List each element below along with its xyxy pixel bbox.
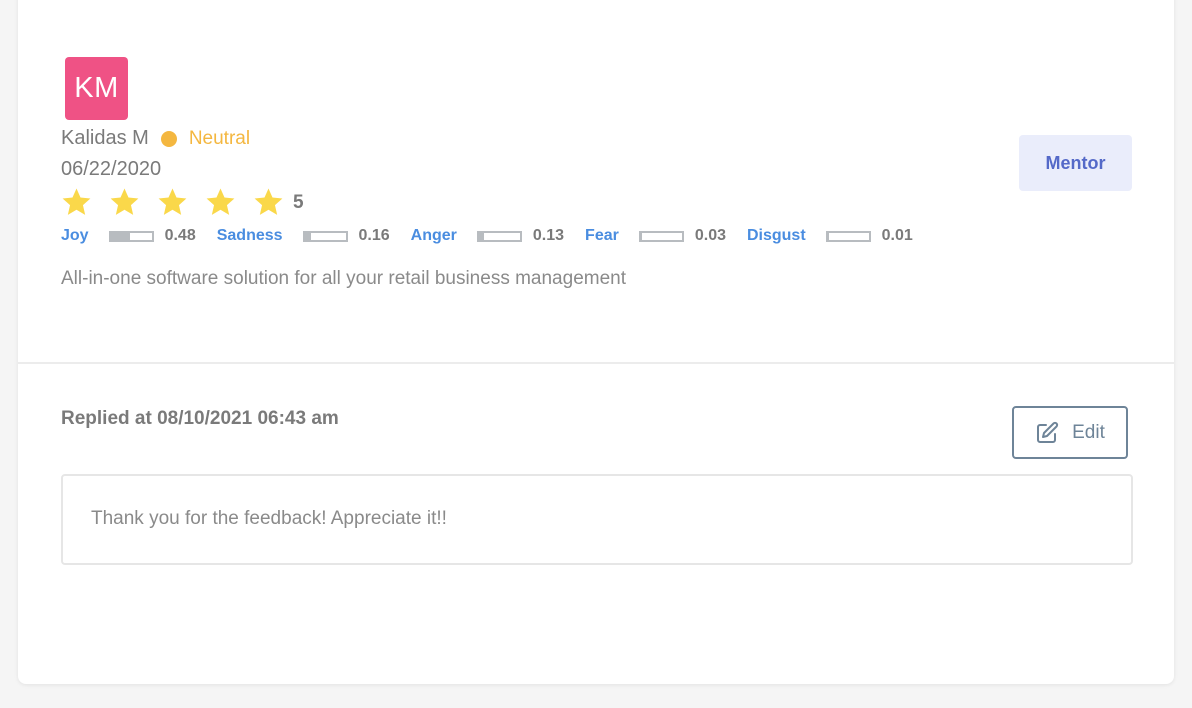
divider (18, 362, 1174, 364)
emotion-bar (638, 230, 684, 242)
star-icon (156, 186, 189, 219)
emotion-label: Disgust (746, 227, 806, 244)
review-card: KM Kalidas M Neutral 06/22/2020 5 Joy 0.4… (18, 0, 1174, 684)
emotion-bar (476, 230, 522, 242)
star-icon (204, 186, 237, 219)
emotion-label: Joy (61, 227, 89, 244)
rating-value: 5 (293, 191, 304, 213)
emotion-value: 0.13 (532, 227, 565, 244)
mentor-button[interactable]: Mentor (1019, 135, 1132, 191)
reply-text: Thank you for the feedback! Appreciate i… (91, 508, 447, 529)
author-row: Kalidas M Neutral (61, 127, 250, 150)
emotion-scores: Joy 0.48 Sadness 0.16 Anger 0.13 Fear 0.03 Disgu… (61, 227, 934, 245)
reply-box: Thank you for the feedback! Appreciate i… (61, 474, 1133, 565)
emotion-value: 0.01 (881, 227, 913, 244)
edit-button[interactable]: Edit (1012, 406, 1128, 459)
emotion-label: Sadness (216, 227, 283, 244)
author-name: Kalidas M (61, 127, 149, 149)
emotion-value: 0.48 (164, 227, 196, 244)
star-icon (108, 186, 141, 219)
emotion-bar (302, 230, 348, 242)
emotion-label: Fear (585, 227, 619, 244)
emotion-anger: Anger 0.13 (411, 227, 564, 245)
emotion-bar (825, 230, 871, 242)
emotion-bar-fill (478, 232, 485, 240)
emotion-label: Anger (410, 227, 457, 244)
emotion-disgust: Disgust 0.01 (747, 227, 913, 245)
star-icon (60, 186, 93, 219)
emotion-bar (108, 230, 154, 242)
emotion-bar-fill (304, 232, 312, 240)
avatar: KM (65, 57, 128, 120)
review-date: 06/22/2020 (61, 158, 162, 180)
edit-icon (1035, 421, 1059, 445)
review-text: All-in-one software solution for all you… (61, 268, 626, 289)
emotion-bar-fill (110, 232, 131, 240)
emotion-joy: Joy 0.48 (61, 227, 196, 245)
emotion-bar-fill (640, 232, 643, 240)
emotion-value: 0.16 (358, 227, 390, 244)
emotion-sadness: Sadness 0.16 (217, 227, 390, 245)
sentiment-label: Neutral (188, 127, 251, 149)
emotion-fear: Fear 0.03 (585, 227, 726, 245)
edit-button-label: Edit (1072, 421, 1105, 443)
star-rating: 5 (60, 186, 304, 219)
emotion-value: 0.03 (694, 227, 726, 244)
sentiment-dot-icon (160, 130, 177, 147)
star-icon (252, 186, 285, 219)
replied-at: Replied at 08/10/2021 06:43 am (61, 408, 339, 429)
